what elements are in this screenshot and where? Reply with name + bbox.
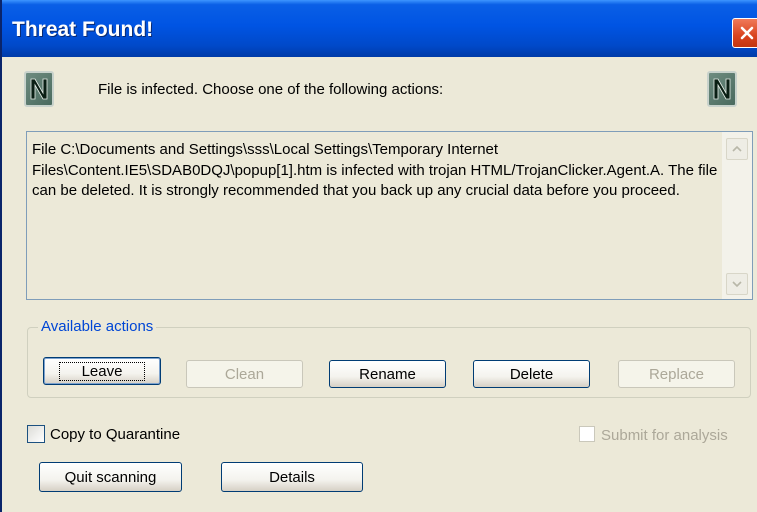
threat-details-text: File C:\Documents and Settings\sss\Local…: [32, 141, 722, 199]
submit-analysis-label[interactable]: Submit for analysis: [601, 427, 728, 444]
quit-scanning-button[interactable]: Quit scanning: [39, 462, 182, 492]
details-label: Details: [269, 468, 315, 486]
app-logo-icon: [707, 71, 737, 107]
clean-button[interactable]: Clean: [186, 360, 303, 388]
scroll-down-arrow-icon: [732, 281, 742, 288]
window-title: Threat Found!: [12, 18, 154, 41]
title-bar[interactable]: Threat Found!: [2, 0, 757, 57]
infection-message: File is infected. Choose one of the foll…: [98, 81, 444, 98]
threat-dialog: Threat Found! File is infected. Choose o…: [0, 0, 757, 512]
scroll-up-button[interactable]: [726, 138, 748, 160]
threat-details-textbox[interactable]: File C:\Documents and Settings\sss\Local…: [26, 131, 753, 300]
available-actions-label: Available actions: [38, 318, 157, 335]
quarantine-label[interactable]: Copy to Quarantine: [50, 426, 180, 443]
replace-button[interactable]: Replace: [618, 360, 735, 388]
vertical-scrollbar[interactable]: [722, 132, 752, 299]
scroll-down-button[interactable]: [726, 273, 748, 295]
delete-button[interactable]: Delete: [473, 360, 590, 388]
rename-button-label: Rename: [359, 365, 416, 383]
quarantine-checkbox[interactable]: [27, 425, 45, 443]
close-button[interactable]: [732, 18, 757, 48]
leave-button[interactable]: Leave: [43, 357, 161, 385]
quit-scanning-label: Quit scanning: [64, 468, 157, 486]
clean-button-label: Clean: [224, 365, 265, 383]
app-logo-icon: [24, 71, 54, 107]
close-icon: [740, 26, 754, 40]
replace-button-label: Replace: [648, 365, 705, 383]
scroll-up-arrow-icon: [732, 145, 742, 152]
delete-button-label: Delete: [509, 365, 554, 383]
submit-analysis-checkbox[interactable]: [579, 426, 595, 442]
rename-button[interactable]: Rename: [329, 360, 446, 388]
details-button[interactable]: Details: [221, 462, 363, 492]
leave-button-label: Leave: [58, 361, 146, 381]
